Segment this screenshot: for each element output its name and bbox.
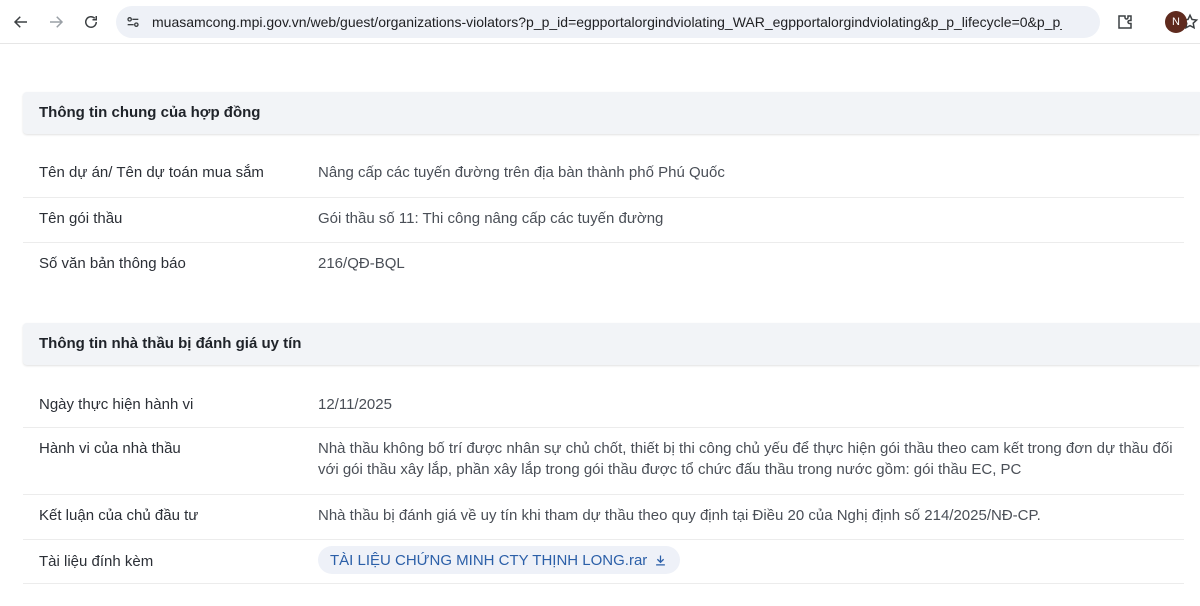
site-settings-icon[interactable] bbox=[124, 13, 142, 31]
row-label: Hành vi của nhà thầu bbox=[39, 440, 181, 457]
row-value: Nhà thầu không bố trí được nhân sự chủ c… bbox=[318, 440, 1173, 478]
section-header-contractor-info: Thông tin nhà thầu bị đánh giá uy tín bbox=[23, 323, 1200, 365]
browser-toolbar: muasamcong.mpi.gov.vn/web/guest/organiza… bbox=[0, 0, 1200, 44]
download-icon bbox=[656, 555, 666, 565]
row-value: Nâng cấp các tuyến đường trên địa bàn th… bbox=[318, 164, 725, 181]
info-row-investor-conclusion: Kết luận của chủ đầu tư Nhà thầu bị đánh… bbox=[23, 495, 1184, 540]
reload-icon bbox=[85, 16, 97, 28]
row-label: Tên dự án/ Tên dự toán mua sắm bbox=[39, 164, 264, 181]
attachment-filename: TÀI LIỆU CHỨNG MINH CTY THỊNH LONG.rar bbox=[330, 551, 648, 569]
arrow-left-icon bbox=[13, 16, 27, 28]
info-row-project-name: Tên dự án/ Tên dự toán mua sắm Nâng cấp … bbox=[23, 152, 1184, 198]
forward-button[interactable] bbox=[41, 7, 71, 37]
reload-button[interactable] bbox=[76, 7, 106, 37]
info-row-contractor-behavior: Hành vi của nhà thầu Nhà thầu không bố t… bbox=[23, 428, 1184, 495]
address-bar[interactable]: muasamcong.mpi.gov.vn/web/guest/organiza… bbox=[116, 6, 1199, 38]
row-label: Tên gói thầu bbox=[39, 210, 123, 227]
extensions-puzzle-icon[interactable] bbox=[1114, 11, 1136, 33]
info-row-package-name: Tên gói thầu Gói thầu số 11: Thi công nâ… bbox=[23, 198, 1184, 243]
row-value: 216/QĐ-BQL bbox=[318, 255, 405, 272]
row-label: Số văn bản thông báo bbox=[39, 255, 186, 272]
row-label: Tài liệu đính kèm bbox=[39, 553, 154, 570]
info-row-attachment: Tài liệu đính kèm TÀI LIỆU CHỨNG MINH CT… bbox=[23, 540, 1184, 584]
attachment-download-link[interactable]: TÀI LIỆU CHỨNG MINH CTY THỊNH LONG.rar bbox=[318, 546, 681, 574]
info-row-violation-date: Ngày thực hiện hành vi 12/11/2025 bbox=[23, 382, 1184, 428]
row-value: Nhà thầu bị đánh giá về uy tín khi tham … bbox=[318, 507, 1041, 524]
section-header-contract-info: Thông tin chung của hợp đồng bbox=[23, 92, 1200, 134]
url-text[interactable]: muasamcong.mpi.gov.vn/web/guest/organiza… bbox=[152, 14, 1062, 30]
profile-avatar[interactable]: N bbox=[1165, 11, 1187, 33]
row-value: Gói thầu số 11: Thi công nâng cấp các tu… bbox=[318, 210, 664, 227]
row-label: Kết luận của chủ đầu tư bbox=[39, 507, 199, 524]
back-button[interactable] bbox=[6, 7, 36, 37]
section-title: Thông tin chung của hợp đồng bbox=[39, 104, 261, 121]
arrow-right-icon bbox=[50, 16, 64, 28]
row-label: Ngày thực hiện hành vi bbox=[39, 396, 194, 413]
attachment-value: TÀI LIỆU CHỨNG MINH CTY THỊNH LONG.rar bbox=[318, 546, 1178, 574]
info-row-notice-number: Số văn bản thông báo 216/QĐ-BQL bbox=[23, 243, 1184, 283]
section-title: Thông tin nhà thầu bị đánh giá uy tín bbox=[39, 335, 302, 352]
page-content: Thông tin chung của hợp đồng Tên dự án/ … bbox=[0, 44, 1200, 606]
row-value: 12/11/2025 bbox=[318, 396, 392, 413]
